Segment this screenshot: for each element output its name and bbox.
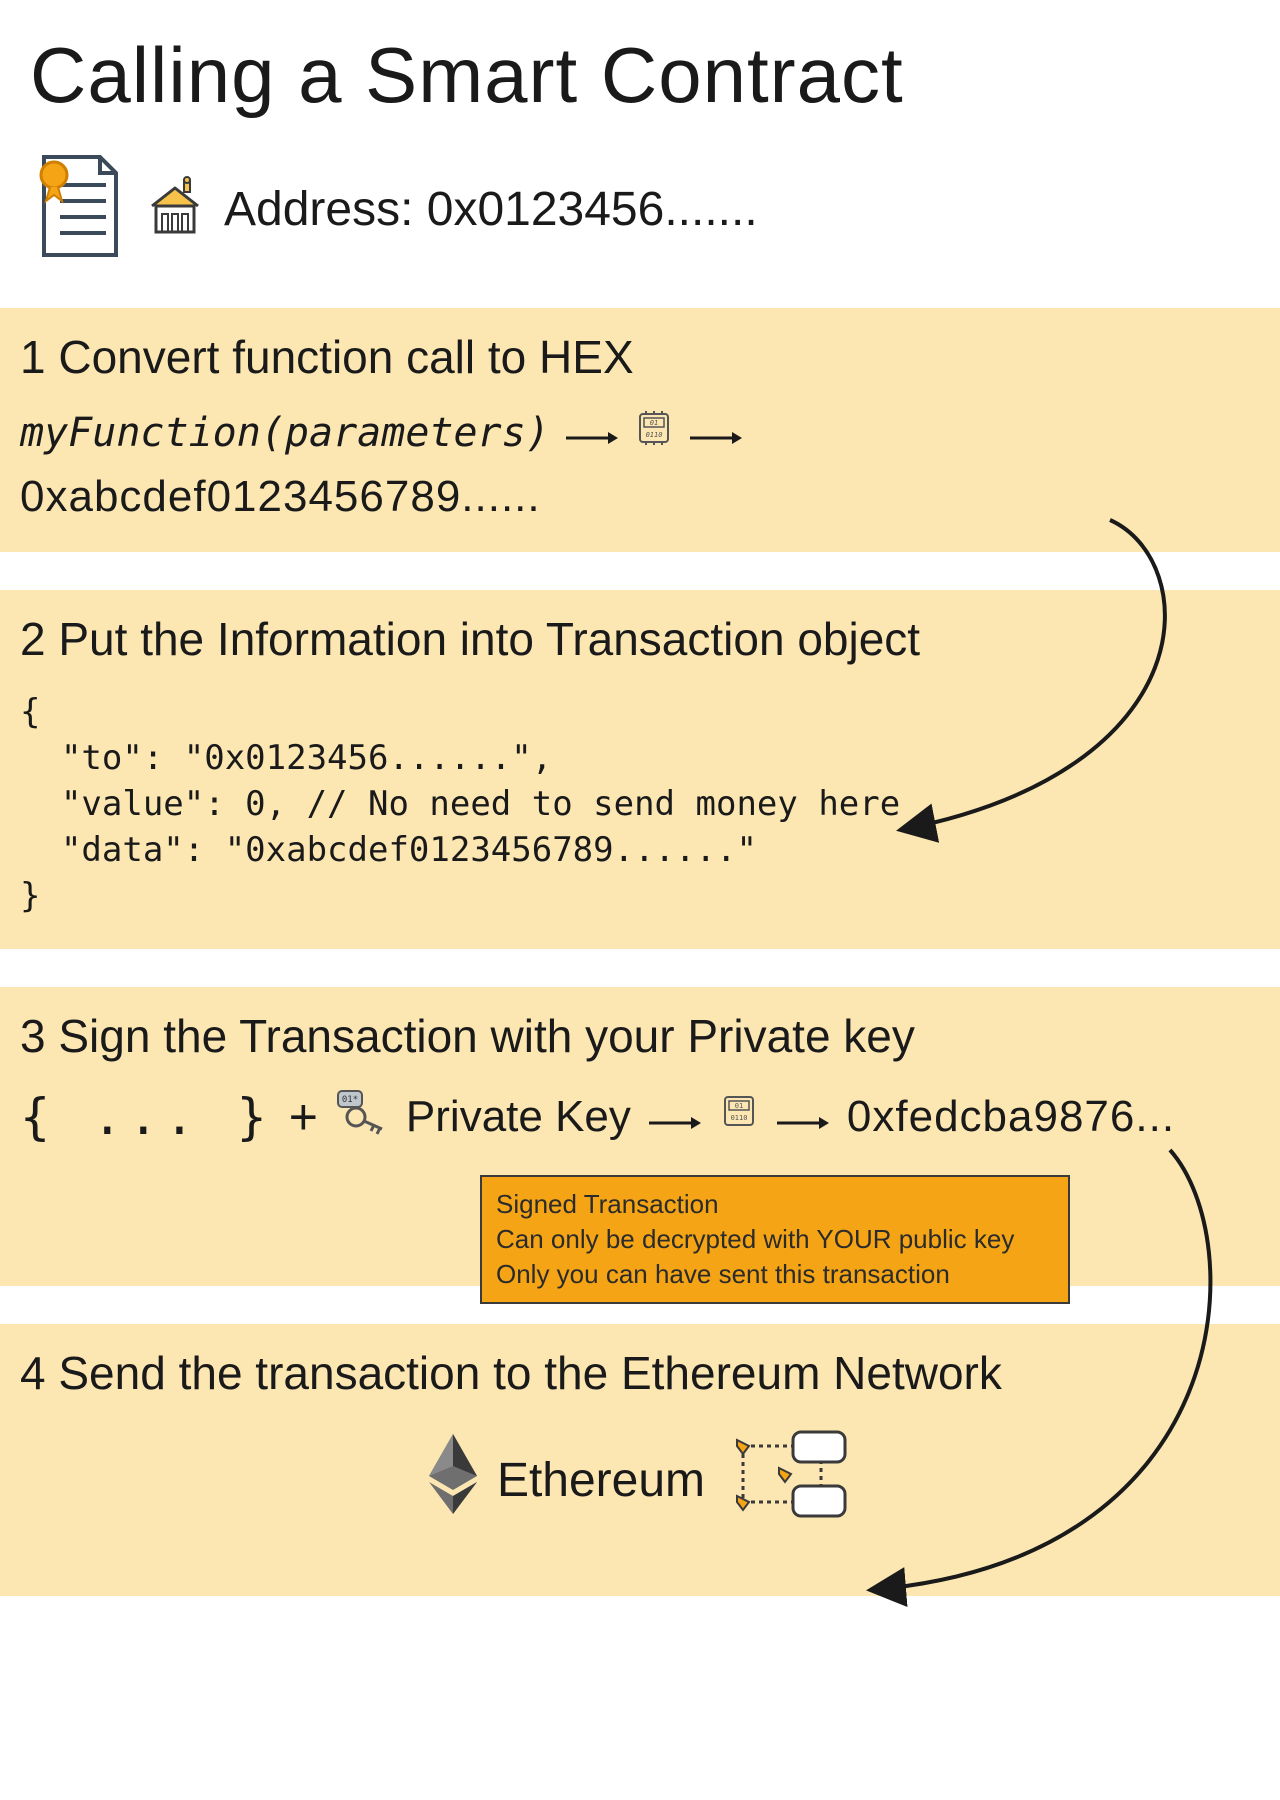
svg-text:01: 01 (650, 419, 658, 427)
arrow-icon (688, 410, 744, 456)
step-1-panel: 1 Convert function call to HEX myFunctio… (0, 308, 1280, 552)
arrow-icon (564, 410, 620, 456)
contract-document-icon (30, 151, 126, 268)
hex-output-text: 0xabcdef0123456789...... (20, 472, 541, 522)
private-key-icon: 01* (334, 1087, 390, 1146)
signed-hex-text: 0xfedcba9876... (847, 1092, 1175, 1142)
ethereum-label: Ethereum (497, 1453, 705, 1508)
note-line-3: Only you can have sent this transaction (496, 1257, 1054, 1292)
house-icon (144, 176, 206, 243)
arrow-icon (775, 1092, 831, 1142)
step-4-heading: 4 Send the transaction to the Ethereum N… (20, 1346, 1256, 1400)
contract-address-row: Address: 0x0123456....... (0, 141, 1280, 308)
svg-text:01: 01 (735, 1102, 743, 1110)
signed-tx-note: Signed Transaction Can only be decrypted… (480, 1175, 1070, 1304)
tx-object-braces: { ... } (20, 1088, 273, 1146)
arrow-icon (647, 1092, 703, 1142)
binary-chip-icon: 01 0110 (719, 1091, 759, 1142)
binary-chip-icon: 01 0110 (634, 408, 674, 458)
address-label: Address: 0x0123456....... (224, 182, 758, 237)
private-key-label: Private Key (406, 1092, 631, 1142)
note-line-2: Can only be decrypted with YOUR public k… (496, 1222, 1054, 1257)
svg-text:01*: 01* (342, 1095, 358, 1105)
step-2-panel: 2 Put the Information into Transaction o… (0, 590, 1280, 949)
network-nodes-icon (721, 1424, 851, 1536)
step-4-panel: 4 Send the transaction to the Ethereum N… (0, 1324, 1280, 1596)
step-1-heading: 1 Convert function call to HEX (20, 330, 1256, 384)
function-call-text: myFunction(parameters) (20, 410, 550, 456)
step-3-heading: 3 Sign the Transaction with your Private… (20, 1009, 1256, 1063)
ethereum-logo-icon (425, 1430, 481, 1530)
transaction-json-code: { "to": "0x0123456......", "value": 0, /… (20, 690, 1256, 919)
step-2-heading: 2 Put the Information into Transaction o… (20, 612, 1256, 666)
page-title: Calling a Smart Contract (0, 0, 1280, 141)
note-line-1: Signed Transaction (496, 1187, 1054, 1222)
svg-text:0110: 0110 (645, 431, 662, 439)
plus-icon: + (289, 1088, 318, 1146)
svg-text:0110: 0110 (730, 1114, 747, 1122)
